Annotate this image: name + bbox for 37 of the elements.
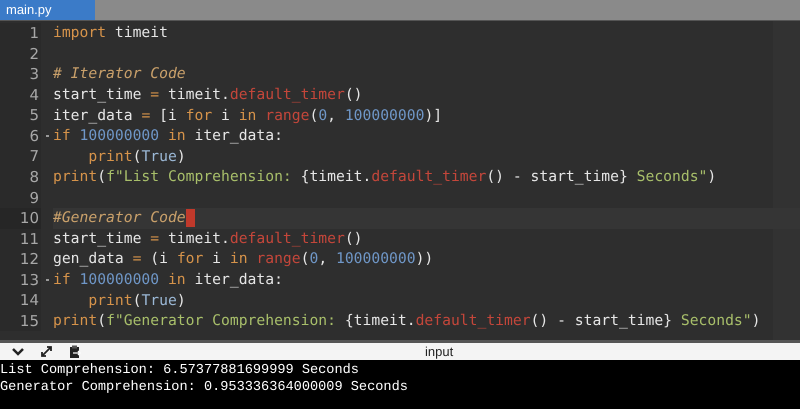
fold-marker-icon[interactable] — [46, 135, 48, 138]
clipboard-icon[interactable] — [69, 344, 81, 358]
code-line: # Iterator Code — [53, 64, 186, 84]
line-number: 5 — [29, 105, 40, 126]
code-line: start_time = timeit.default_timer() — [53, 84, 363, 105]
line-number: 6 — [29, 126, 40, 147]
line-number: 13 — [20, 270, 40, 291]
code-line: #Generator Code — [53, 208, 186, 228]
line-number: 3 — [29, 64, 40, 86]
code-line: print(f"List Comprehension: {timeit.default_timer() - start_time} Seconds") — [53, 167, 716, 188]
code-line: print(f"Generator Comprehension: {timeit.default_timer() - start_time} Seconds") — [53, 311, 760, 332]
line-number: 10 — [20, 208, 40, 230]
line-number: 1 — [29, 23, 40, 44]
line-number: 2 — [29, 44, 40, 65]
console-output-line: Generator Comprehension: 0.953336364000009 Seconds — [0, 379, 409, 396]
code-line: start_time = timeit.default_timer() — [53, 228, 363, 249]
line-number: 7 — [29, 146, 40, 168]
expand-icon[interactable] — [40, 345, 53, 358]
line-number: 14 — [20, 290, 40, 312]
line-number: 11 — [20, 228, 40, 250]
file-tab[interactable]: main.py — [0, 0, 95, 20]
line-number: 8 — [29, 166, 40, 188]
code-line: import timeit — [53, 23, 168, 44]
code-line: if 100000000 in iter_data: — [53, 270, 283, 290]
code-line: print(True) — [87, 146, 186, 167]
code-line: print(True) — [87, 290, 186, 311]
console-title: input — [425, 342, 454, 361]
fold-marker-icon[interactable] — [46, 279, 48, 282]
line-number: 12 — [20, 249, 40, 270]
line-number: 9 — [29, 188, 40, 209]
line-number: 15 — [20, 310, 40, 332]
code-line: gen_data = (i for i in range(0, 100000000)) — [53, 249, 434, 270]
code-line: iter_data = [i for i in range(0, 100000000)] — [53, 106, 442, 126]
console-output-line: List Comprehension: 6.57377881699999 Seconds — [0, 362, 360, 379]
line-number: 4 — [29, 84, 40, 106]
code-line: if 100000000 in iter_data: — [53, 126, 283, 146]
chevron-down-icon[interactable] — [12, 348, 24, 356]
